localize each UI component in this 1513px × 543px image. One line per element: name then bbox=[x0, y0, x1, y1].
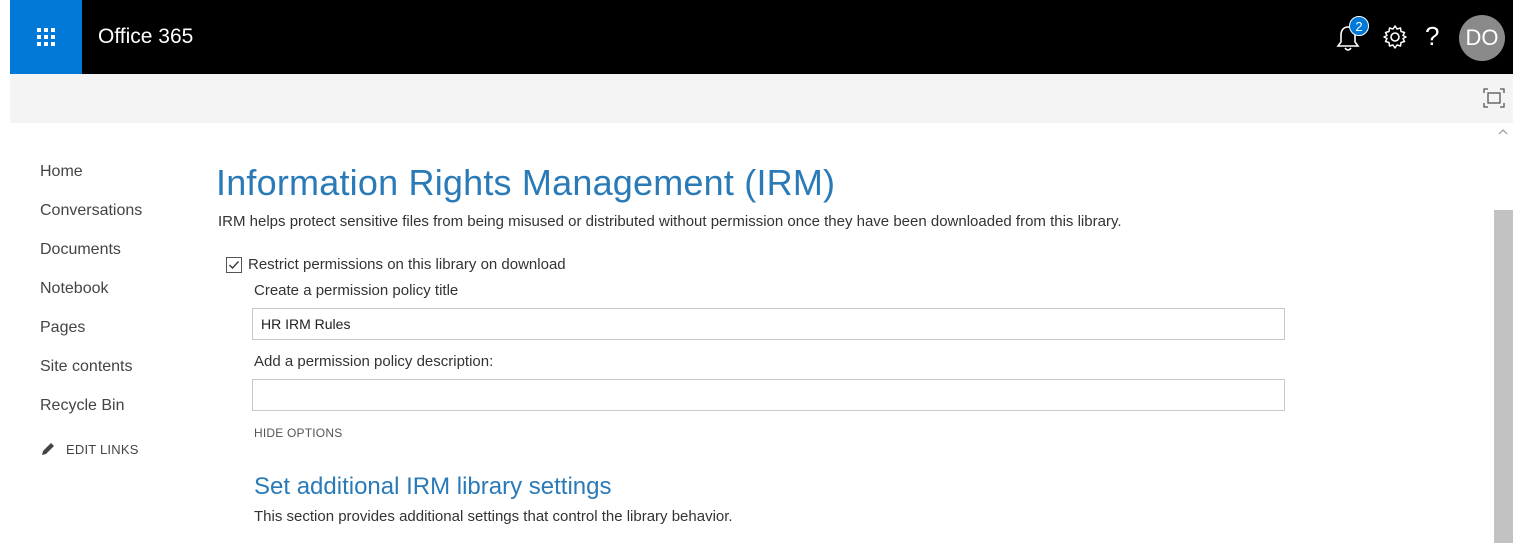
suite-bar: Office 365 2 ? DO bbox=[10, 0, 1513, 74]
ribbon-bar bbox=[10, 74, 1513, 123]
notification-count-badge: 2 bbox=[1349, 16, 1369, 36]
app-launcher-button[interactable] bbox=[10, 0, 82, 74]
edit-links-label: EDIT LINKS bbox=[66, 441, 139, 457]
section-title: Set additional IRM library settings bbox=[254, 473, 612, 500]
brand-title[interactable]: Office 365 bbox=[98, 0, 193, 74]
chevron-up-icon bbox=[1498, 129, 1508, 135]
checkmark-icon bbox=[229, 260, 239, 269]
hide-options-link[interactable]: HIDE OPTIONS bbox=[254, 426, 342, 440]
scrollbar-thumb[interactable] bbox=[1494, 210, 1513, 543]
app-launcher-icon bbox=[37, 28, 55, 46]
restrict-permissions-row: Restrict permissions on this library on … bbox=[226, 256, 566, 273]
pencil-icon bbox=[42, 443, 54, 455]
avatar[interactable]: DO bbox=[1459, 15, 1505, 61]
help-icon[interactable]: ? bbox=[1425, 16, 1439, 56]
nav-item-conversations[interactable]: Conversations bbox=[40, 199, 190, 238]
nav-item-documents[interactable]: Documents bbox=[40, 238, 190, 277]
notifications-button[interactable]: 2 bbox=[1335, 16, 1371, 56]
nav-item-notebook[interactable]: Notebook bbox=[40, 277, 190, 316]
policy-description-input[interactable] bbox=[252, 379, 1285, 411]
gear-icon bbox=[1383, 25, 1407, 49]
nav-item-site-contents[interactable]: Site contents bbox=[40, 355, 190, 394]
policy-description-label: Add a permission policy description: bbox=[254, 353, 494, 370]
page-description: IRM helps protect sensitive files from b… bbox=[218, 213, 1122, 230]
edit-links-button[interactable]: EDIT LINKS bbox=[40, 441, 190, 457]
nav-item-recycle-bin[interactable]: Recycle Bin bbox=[40, 394, 190, 433]
left-navigation: Home Conversations Documents Notebook Pa… bbox=[40, 160, 190, 457]
restrict-permissions-label[interactable]: Restrict permissions on this library on … bbox=[248, 256, 566, 273]
focus-mode-icon bbox=[1483, 88, 1505, 108]
nav-item-pages[interactable]: Pages bbox=[40, 316, 190, 355]
settings-button[interactable] bbox=[1382, 24, 1408, 50]
restrict-permissions-checkbox[interactable] bbox=[226, 256, 242, 273]
page-title: Information Rights Management (IRM) bbox=[216, 162, 836, 203]
focus-mode-button[interactable] bbox=[1483, 88, 1505, 108]
window-edge bbox=[0, 0, 10, 543]
nav-item-home[interactable]: Home bbox=[40, 160, 190, 199]
section-description: This section provides additional setting… bbox=[254, 508, 733, 525]
scroll-up-button[interactable] bbox=[1497, 124, 1509, 140]
policy-title-label: Create a permission policy title bbox=[254, 282, 459, 299]
policy-title-input[interactable] bbox=[252, 308, 1285, 340]
